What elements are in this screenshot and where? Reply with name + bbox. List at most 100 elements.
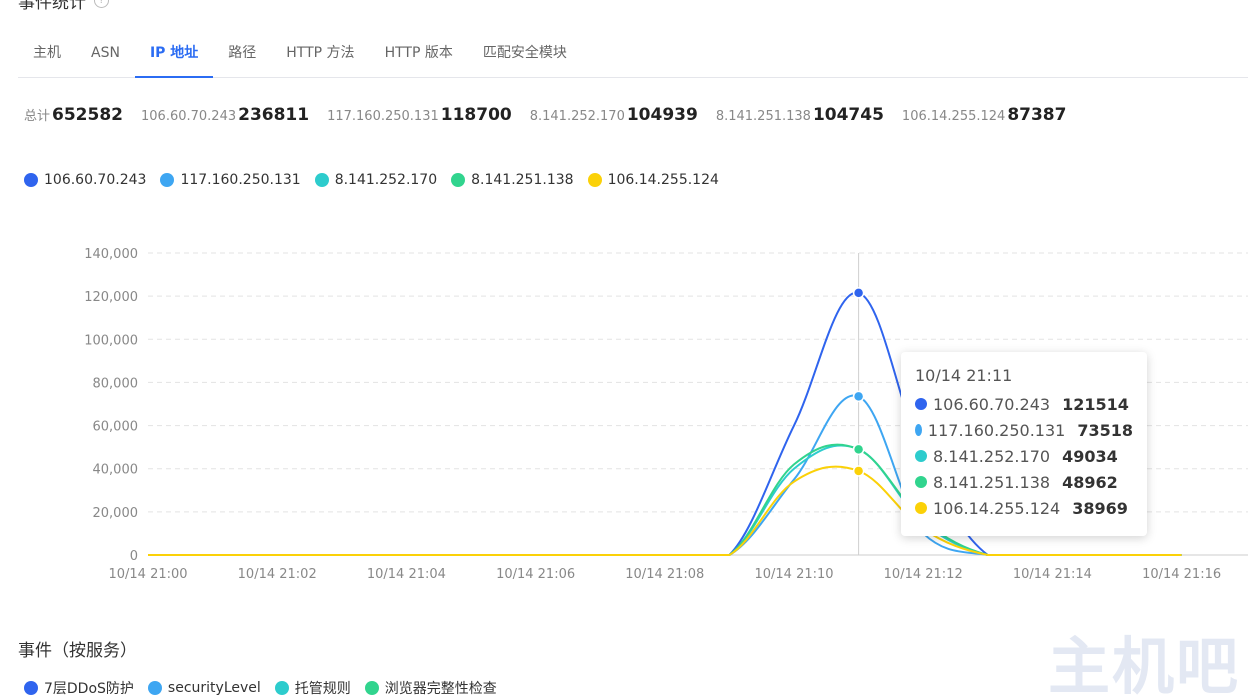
tooltip-row: 117.160.250.131 73518 — [915, 417, 1133, 443]
y-tick-label: 60,000 — [93, 420, 139, 435]
legend-dot — [451, 173, 466, 187]
stat-ip-4: 8.141.251.138 104745 — [716, 105, 884, 125]
legend-item[interactable]: 8.141.251.138 — [451, 172, 574, 188]
tooltip-row: 8.141.252.170 49034 — [915, 443, 1133, 469]
y-tick-label: 120,000 — [84, 290, 138, 305]
legend-item[interactable]: 106.60.70.243 — [24, 172, 146, 188]
legend-item[interactable]: 浏览器完整性检查 — [364, 678, 497, 698]
y-tick-label: 40,000 — [93, 463, 139, 478]
data-point — [852, 465, 865, 477]
stat-value: 104939 — [626, 105, 698, 125]
tooltip-name: 8.141.251.138 — [933, 472, 1051, 492]
legend-item[interactable]: 托管规则 — [274, 678, 351, 698]
y-tick-label: 140,000 — [84, 247, 138, 262]
tooltip-row: 8.141.251.138 48962 — [915, 469, 1133, 495]
question-circle-icon[interactable]: ? — [94, 0, 109, 8]
legend-dot — [147, 681, 162, 695]
legend-dot — [160, 173, 175, 187]
section-title-text: 事件统计 — [18, 0, 86, 13]
tab-ip-address[interactable]: IP 地址 — [134, 30, 214, 78]
data-point — [852, 287, 865, 299]
stat-ip-3: 8.141.252.170 104939 — [530, 105, 698, 125]
x-tick-label: 10/14 21:14 — [1013, 567, 1092, 582]
tab-http-method[interactable]: HTTP 方法 — [271, 30, 369, 77]
legend-dot — [24, 681, 38, 695]
tooltip-row: 106.14.255.124 38969 — [915, 495, 1133, 521]
y-tick-label: 20,000 — [93, 506, 139, 521]
section-title: 事件统计 ? — [18, 0, 109, 13]
legend-item[interactable]: securityLevel — [147, 678, 261, 698]
tab-bar: 主机 ASN IP 地址 路径 HTTP 方法 HTTP 版本 匹配安全模块 — [18, 30, 1248, 78]
stat-label: 106.14.255.124 — [901, 109, 1006, 124]
tab-asn[interactable]: ASN — [76, 30, 135, 77]
tooltip-dot — [915, 424, 922, 436]
legend-dot — [314, 173, 329, 187]
tooltip-time: 10/14 21:11 — [915, 366, 1013, 385]
y-tick-label: 80,000 — [93, 376, 139, 391]
chart-legend: 106.60.70.243 117.160.250.131 8.141.252.… — [24, 172, 719, 188]
stat-value: 652582 — [52, 105, 123, 125]
legend-dot — [24, 173, 38, 187]
stat-value: 104745 — [812, 105, 884, 125]
tooltip-name: 106.14.255.124 — [933, 498, 1061, 518]
legend-item[interactable]: 117.160.250.131 — [160, 172, 301, 188]
tooltip-name: 117.160.250.131 — [927, 420, 1066, 440]
events-legend: 7层DDoS防护 securityLevel 托管规则 浏览器完整性检查 — [24, 678, 497, 698]
legend-label: 106.14.255.124 — [607, 172, 719, 188]
stat-value: 87387 — [1007, 105, 1067, 125]
tab-security-module[interactable]: 匹配安全模块 — [468, 30, 582, 77]
tooltip-value: 73518 — [1077, 420, 1133, 440]
legend-item[interactable]: 8.141.252.170 — [314, 172, 438, 188]
legend-item[interactable]: 106.14.255.124 — [587, 172, 719, 188]
legend-label: 浏览器完整性检查 — [384, 681, 497, 697]
stat-ip-5: 106.14.255.124 87387 — [902, 105, 1067, 125]
legend-label: 106.60.70.243 — [44, 172, 147, 188]
tooltip-value: 121514 — [1062, 394, 1129, 414]
stat-label: 8.141.251.138 — [715, 109, 811, 124]
tooltip-name: 106.60.70.243 — [933, 394, 1051, 414]
x-tick-label: 10/14 21:00 — [108, 567, 187, 582]
legend-dot — [587, 173, 602, 187]
legend-dot — [364, 681, 379, 695]
tooltip-dot — [915, 476, 927, 488]
stat-value: 236811 — [238, 105, 310, 125]
x-tick-label: 10/14 21:16 — [1142, 567, 1221, 582]
stat-label: 8.141.252.170 — [529, 109, 625, 124]
x-tick-label: 10/14 21:10 — [754, 567, 833, 582]
tab-path[interactable]: 路径 — [213, 30, 271, 77]
tooltip-name: 8.141.252.170 — [933, 446, 1051, 466]
data-point — [852, 390, 865, 403]
tooltip-dot — [915, 450, 927, 462]
tooltip-dot — [915, 502, 927, 514]
legend-label: securityLevel — [167, 680, 261, 696]
tooltip-value: 48962 — [1062, 472, 1118, 492]
stat-label: 106.60.70.243 — [141, 109, 237, 124]
x-tick-label: 10/14 21:12 — [884, 567, 963, 582]
stat-value: 118700 — [440, 105, 512, 125]
legend-label: 7层DDoS防护 — [44, 681, 134, 697]
tab-host[interactable]: 主机 — [18, 30, 76, 77]
y-tick-label: 0 — [130, 549, 138, 564]
tooltip-dot — [915, 398, 927, 410]
stat-ip-1: 106.60.70.243 236811 — [141, 105, 309, 125]
stats-summary: 总计 652582 106.60.70.243 236811 117.160.250… — [24, 105, 1066, 125]
stat-label: 117.160.250.131 — [327, 109, 439, 124]
y-tick-label: 100,000 — [84, 333, 138, 348]
chart-tooltip: 10/14 21:11 106.60.70.243 121514 117.160.… — [901, 352, 1147, 536]
watermark: 主机吧 — [1047, 630, 1240, 700]
legend-label: 托管规则 — [294, 681, 351, 697]
legend-dot — [274, 681, 289, 695]
legend-item[interactable]: 7层DDoS防护 — [24, 678, 134, 698]
events-section-title: 事件（按服务） — [18, 641, 137, 661]
x-tick-label: 10/14 21:06 — [496, 567, 575, 582]
tab-http-version[interactable]: HTTP 版本 — [370, 30, 468, 77]
stat-ip-2: 117.160.250.131 118700 — [327, 105, 512, 125]
tooltip-value: 38969 — [1072, 498, 1128, 518]
legend-label: 8.141.252.170 — [334, 172, 438, 188]
stat-total: 总计 652582 — [24, 105, 123, 125]
legend-label: 8.141.251.138 — [471, 172, 574, 188]
tooltip-row: 106.60.70.243 121514 — [915, 391, 1133, 417]
tooltip-value: 49034 — [1062, 446, 1118, 466]
legend-label: 117.160.250.131 — [180, 172, 301, 188]
stat-label: 总计 — [24, 109, 51, 124]
